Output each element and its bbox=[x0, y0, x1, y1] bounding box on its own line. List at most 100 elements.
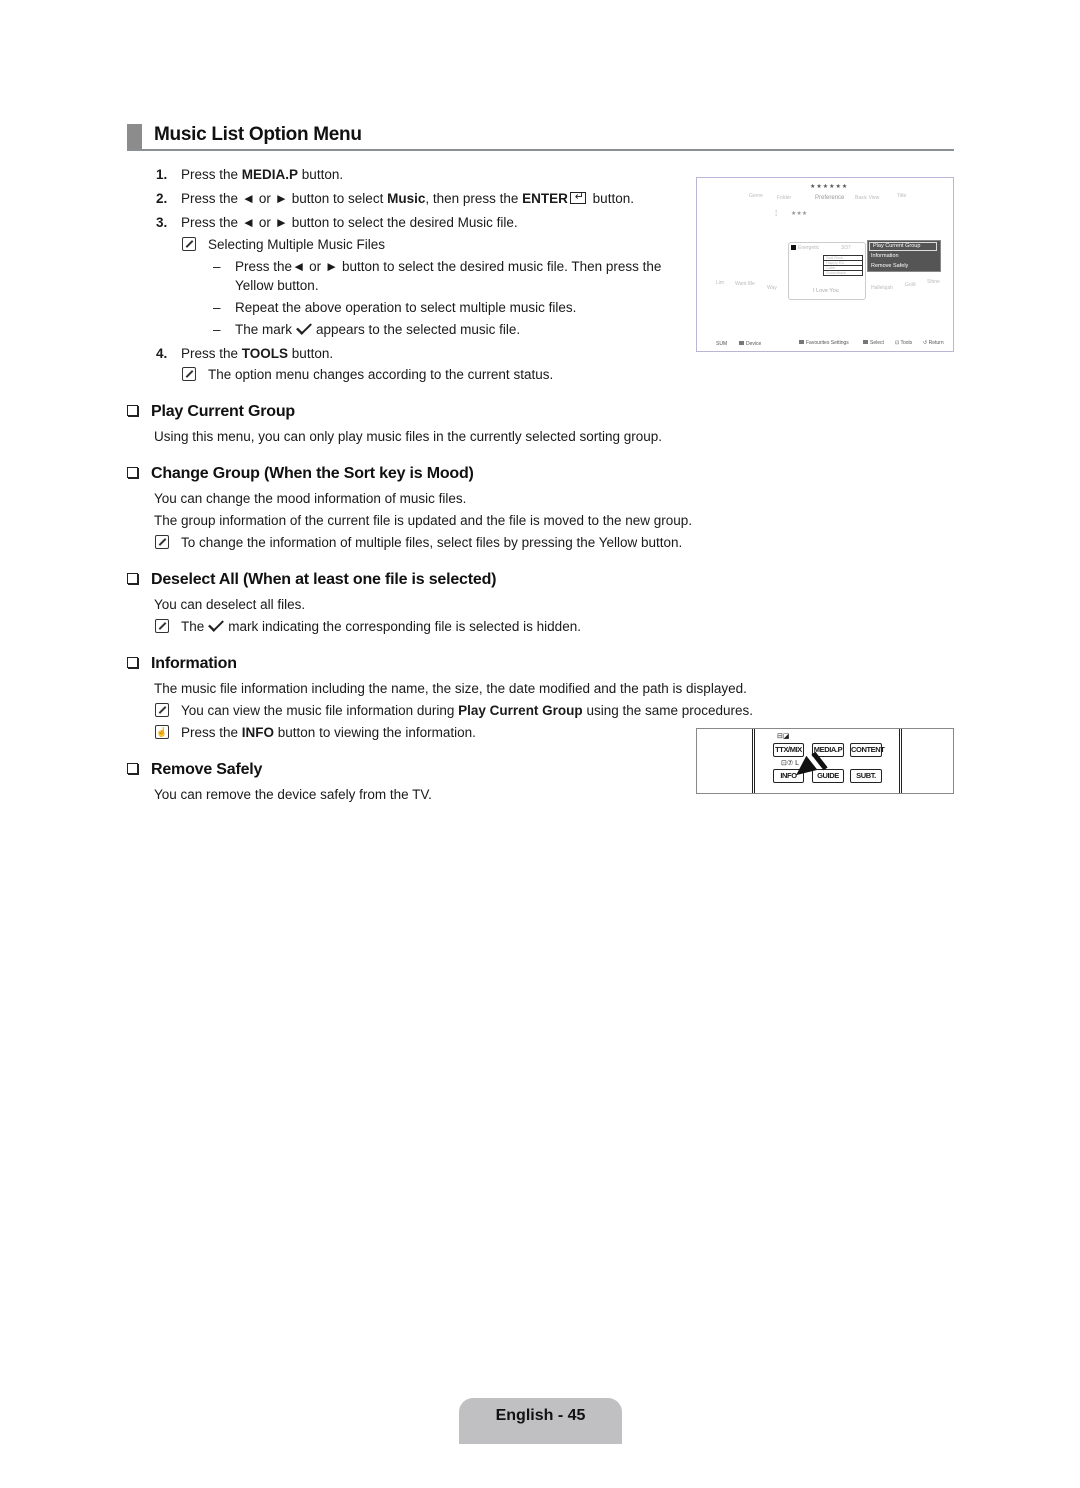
tv-item: Hallelujah bbox=[871, 285, 893, 291]
body-text: The music file information including the… bbox=[154, 681, 747, 696]
text: Press the bbox=[181, 346, 242, 361]
mood-count: 3/37 bbox=[841, 245, 851, 251]
note-icon bbox=[155, 535, 169, 549]
song-title: I Love You bbox=[813, 288, 839, 294]
text: appears to the selected music file. bbox=[316, 322, 521, 337]
text: button. bbox=[288, 346, 334, 361]
remote-control-image: ⊟◪ TTX/MIX MEDIA.P CONTENT ⊡⑦ L INFO GUI… bbox=[696, 728, 954, 794]
step-number: 3. bbox=[156, 215, 168, 230]
title-marker bbox=[127, 124, 142, 149]
note-text: Selecting Multiple Music Files bbox=[208, 237, 386, 252]
checkbox-bullet-icon bbox=[127, 467, 138, 478]
note-text: You can view the music file information … bbox=[181, 703, 753, 719]
hint-return: ↺ Return bbox=[923, 340, 944, 346]
section-heading-play-current-group: Play Current Group bbox=[127, 403, 295, 421]
tv-tab: Genre bbox=[749, 193, 763, 199]
note-icon bbox=[155, 703, 169, 717]
tv-item: Want Me bbox=[735, 281, 755, 287]
checkbox-bullet-icon bbox=[127, 657, 138, 668]
section-heading-deselect-all: Deselect All (When at least one file is … bbox=[127, 571, 496, 589]
tv-item: Shine bbox=[927, 279, 940, 285]
option-popup-menu: Play Current Group Information Remove Sa… bbox=[867, 240, 941, 272]
checkmark-icon bbox=[296, 319, 312, 335]
section-heading-information: Information bbox=[127, 655, 237, 673]
section-title-bar: Music List Option Menu bbox=[127, 124, 954, 151]
dash: – bbox=[213, 300, 221, 315]
button-name: MEDIA.P bbox=[241, 167, 299, 182]
checkbox-bullet-icon bbox=[127, 763, 138, 774]
mood-label: Energetic bbox=[791, 245, 819, 251]
green-key-icon bbox=[799, 340, 804, 344]
text: button. bbox=[298, 167, 344, 182]
text: button. bbox=[588, 191, 634, 206]
sub-step-text: Press the◄ or ► button to select the des… bbox=[235, 259, 662, 274]
text: button to viewing the information. bbox=[274, 725, 476, 740]
ttx-mix-button: TTX/MIX bbox=[773, 743, 804, 757]
sub-step-text: Yellow button. bbox=[235, 278, 319, 293]
note-text: The mark indicating the corresponding fil… bbox=[181, 616, 581, 635]
menu-name: Music bbox=[387, 191, 426, 206]
heading-text: Deselect All (When at least one file is … bbox=[151, 571, 497, 588]
text: mark indicating the corresponding file i… bbox=[228, 619, 581, 634]
heading-text: Change Group (When the Sort key is Mood) bbox=[151, 465, 474, 482]
text: The mark bbox=[235, 322, 293, 337]
enter-icon bbox=[569, 189, 586, 205]
text: using the same procedures. bbox=[582, 703, 754, 718]
remote-edge bbox=[752, 729, 755, 793]
note-icon bbox=[182, 237, 196, 251]
step-3-text: Press the ◄ or ► button to select the de… bbox=[181, 215, 518, 230]
text: Return bbox=[928, 340, 944, 346]
text: , then press the bbox=[425, 191, 523, 206]
heading-text: Play Current Group bbox=[151, 403, 295, 420]
blue-key-icon bbox=[739, 341, 744, 345]
menu-name: Play Current Group bbox=[458, 703, 583, 718]
text: You can view the music file information … bbox=[181, 703, 459, 718]
text: Press the bbox=[181, 167, 242, 182]
tv-item: Lim bbox=[716, 280, 725, 286]
checkbox-bullet-icon bbox=[127, 405, 138, 416]
rating-stars: ★★★★★★ bbox=[810, 184, 849, 190]
page-title: Music List Option Menu bbox=[154, 124, 362, 145]
step-number: 1. bbox=[156, 167, 168, 182]
step-4-text: Press the TOOLS button. bbox=[181, 346, 333, 362]
text: Press the ◄ or ► button to select bbox=[181, 191, 388, 206]
text: Favourites Settings bbox=[806, 340, 849, 346]
section-heading-change-group: Change Group (When the Sort key is Mood) bbox=[127, 465, 474, 483]
heading-text: Remove Safely bbox=[151, 761, 263, 778]
dash: – bbox=[213, 259, 221, 274]
button-name: TOOLS bbox=[241, 346, 289, 361]
text: Press the bbox=[181, 725, 242, 740]
popup-item-selected: Play Current Group bbox=[869, 242, 937, 251]
teletext-icons: ⊟◪ bbox=[777, 733, 790, 740]
device-label: Device bbox=[739, 341, 761, 347]
tv-item: Gold bbox=[905, 282, 916, 288]
note-icon bbox=[155, 619, 169, 633]
subt-button: SUBT. bbox=[850, 769, 882, 783]
dash: – bbox=[213, 322, 221, 337]
body-text: The group information of the current fil… bbox=[154, 513, 693, 528]
button-name: INFO bbox=[241, 725, 275, 740]
hint-tools: ⊡ Tools bbox=[895, 340, 912, 346]
note-text: To change the information of multiple fi… bbox=[181, 535, 683, 550]
step-2-text: Press the ◄ or ► button to select Music,… bbox=[181, 189, 634, 207]
tv-item: Way bbox=[767, 285, 777, 291]
tip-text: Press the INFO button to viewing the inf… bbox=[181, 725, 476, 741]
mood-list: Sad Rock Happy ED Calm Soundtrack bbox=[823, 255, 863, 276]
text: Tools bbox=[900, 340, 913, 346]
text: Energetic bbox=[798, 245, 820, 251]
button-name: ENTER bbox=[522, 191, 568, 206]
sub-step-text: The mark appears to the selected music fi… bbox=[235, 319, 521, 338]
popup-item: Remove Safely bbox=[871, 263, 909, 269]
checkbox-bullet-icon bbox=[127, 573, 138, 584]
text: Device bbox=[746, 341, 762, 347]
tip-hand-icon: ☝ bbox=[155, 725, 169, 739]
section-heading-remove-safely: Remove Safely bbox=[127, 761, 262, 779]
hint-select: Select bbox=[863, 340, 884, 346]
page-number-tab: English - 45 bbox=[459, 1398, 622, 1444]
note-text: The option menu changes according to the… bbox=[208, 367, 554, 382]
guide-button: GUIDE bbox=[812, 769, 844, 783]
cursor-mark: ⁞ bbox=[775, 209, 778, 218]
text: Select bbox=[870, 340, 884, 346]
device-name: SUM bbox=[716, 341, 728, 347]
text: The bbox=[181, 619, 205, 634]
